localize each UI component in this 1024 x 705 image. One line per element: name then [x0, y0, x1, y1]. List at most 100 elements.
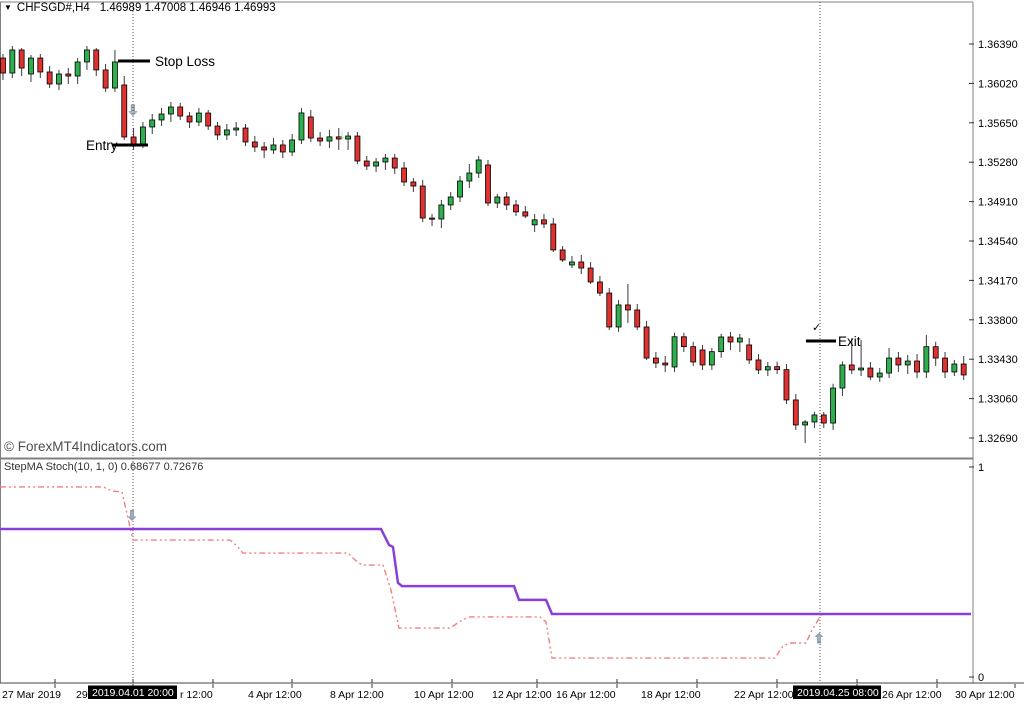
bear-candle — [411, 182, 416, 186]
bull-candle — [532, 220, 537, 225]
price-axis-label: 1.34170 — [978, 275, 1018, 287]
bull-candle — [859, 368, 864, 370]
bear-candle — [635, 310, 640, 327]
bull-candle — [140, 127, 145, 145]
bull-candle — [812, 415, 817, 422]
bear-candle — [691, 347, 696, 362]
chart-canvas[interactable]: Stop LossEntryExit✓⇩↓⇩⇧1.363901.360201.3… — [0, 0, 1024, 705]
bear-candle — [355, 136, 360, 161]
bear-candle — [215, 126, 220, 135]
bear-candle — [607, 293, 612, 327]
entry-label: Entry — [86, 138, 118, 153]
indicator-scale-top: 1 — [978, 462, 984, 474]
time-axis-label: 12 Apr 12:00 — [492, 689, 552, 701]
bear-candle — [38, 58, 43, 72]
bull-candle — [476, 160, 481, 173]
bear-candle — [756, 360, 761, 370]
bear-candle — [1, 58, 6, 73]
bear-candle — [206, 113, 211, 126]
price-axis[interactable]: 1.363901.360201.356501.352801.349101.345… — [969, 39, 1018, 445]
bull-candle — [383, 158, 388, 162]
bull-candle — [56, 74, 61, 84]
bull-candle — [569, 262, 574, 265]
bear-candle — [66, 74, 71, 76]
bull-candle — [803, 422, 808, 425]
bear-candle — [252, 142, 257, 147]
time-axis-label: 27 Mar 2019 — [2, 689, 61, 701]
time-axis-label: 22 Apr 12:00 — [734, 689, 794, 701]
bear-candle — [513, 205, 518, 212]
pattern-down-arrow-icon: ↓ — [338, 126, 346, 143]
bull-candle — [10, 50, 15, 73]
bull-candle — [458, 181, 463, 197]
bull-candle — [271, 145, 276, 150]
bear-candle — [915, 361, 920, 372]
price-axis-label: 1.33060 — [978, 394, 1018, 406]
price-axis-label: 1.32690 — [978, 433, 1018, 445]
bull-candle — [905, 361, 910, 365]
bear-candle — [849, 365, 854, 370]
bear-candle — [597, 282, 602, 293]
bear-candle — [681, 337, 686, 347]
candlestick-series — [1, 46, 967, 443]
bear-candle — [541, 220, 546, 224]
bear-candle — [775, 367, 780, 370]
bear-candle — [644, 327, 649, 358]
price-axis-label: 1.35650 — [978, 118, 1018, 130]
bull-candle — [159, 114, 164, 120]
bear-candle — [280, 145, 285, 152]
highlighted-time-label: 2019.04.01 20:00 — [92, 687, 174, 699]
chart-borders — [0, 2, 1024, 683]
bull-candle — [346, 136, 351, 139]
bear-candle — [243, 128, 248, 142]
bear-candle — [486, 165, 491, 203]
bull-candle — [28, 58, 33, 74]
bull-candle — [168, 107, 173, 114]
price-axis-label: 1.33800 — [978, 315, 1018, 327]
time-marker-lines — [133, 2, 820, 683]
bear-candle — [821, 415, 826, 423]
time-axis-label: 8 Apr 12:00 — [330, 689, 384, 701]
bull-candle — [616, 305, 621, 327]
signal-arrows: ⇩↓⇩⇧ — [127, 102, 825, 646]
bear-candle — [728, 337, 733, 342]
time-axis-label: 29 — [76, 689, 88, 701]
time-axis-label: 26 Apr 12:00 — [882, 689, 942, 701]
bull-candle — [150, 120, 155, 127]
bear-candle — [625, 305, 630, 310]
ohlc-readout: 1.46989 1.47008 1.46946 1.46993 — [100, 2, 276, 14]
bull-candle — [467, 173, 472, 181]
bear-candle — [868, 368, 873, 377]
bull-candle — [877, 373, 882, 377]
bear-candle — [653, 358, 658, 363]
bear-candle — [308, 117, 313, 138]
indicator-exit-arrow-icon: ⇧ — [814, 631, 825, 646]
bull-candle — [765, 367, 770, 370]
price-axis-label: 1.34910 — [978, 197, 1018, 209]
bear-candle — [747, 345, 752, 360]
time-axis-label: r 12:00 — [180, 689, 213, 701]
bull-candle — [840, 365, 845, 388]
bull-candle — [234, 128, 239, 130]
bear-candle — [103, 70, 108, 88]
bear-candle — [402, 168, 407, 182]
bull-candle — [709, 352, 714, 365]
bull-candle — [224, 130, 229, 135]
symbol-dropdown-icon[interactable]: ▼ — [4, 3, 12, 12]
bear-candle — [523, 212, 528, 216]
symbol-label: CHFSGD#,H4 — [17, 2, 90, 14]
time-axis[interactable]: 27 Mar 2019 29 r 12:00 4 Apr 12:00 8 Apr 12:… — [2, 684, 1015, 701]
indicator-title: StepMA Stoch(10, 1, 0) 0.68677 0.72676 — [4, 461, 203, 473]
bear-candle — [94, 50, 99, 70]
bull-candle — [327, 137, 332, 141]
time-axis-label: 4 Apr 12:00 — [248, 689, 302, 701]
bear-candle — [364, 161, 369, 166]
bear-candle — [793, 400, 798, 425]
bear-candle — [420, 186, 425, 218]
bear-candle — [588, 268, 593, 282]
bull-candle — [84, 50, 89, 62]
indicator-scale: 10 — [55, 462, 984, 684]
stoch-line — [0, 487, 821, 658]
bull-candle — [831, 388, 836, 423]
bull-candle — [924, 347, 929, 372]
